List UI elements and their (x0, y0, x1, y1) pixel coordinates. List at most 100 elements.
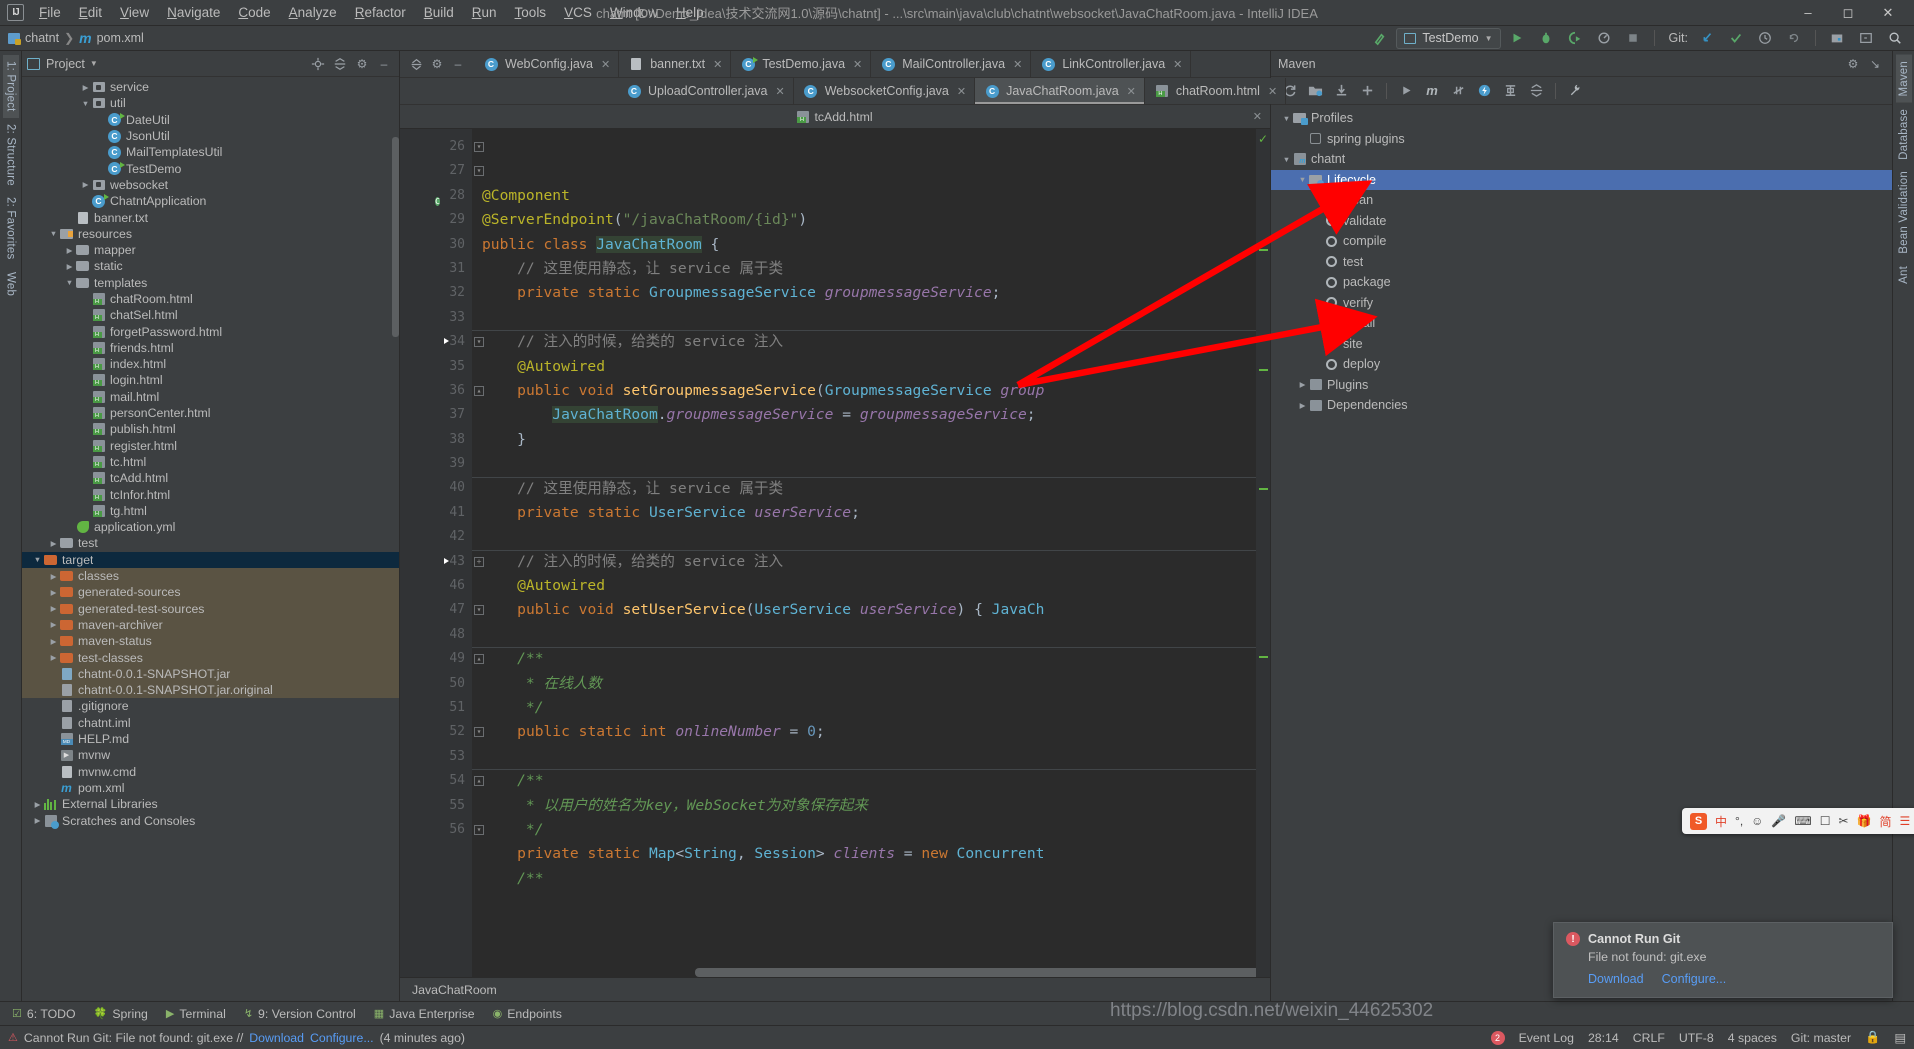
gutter-line[interactable]: 46 (400, 574, 472, 598)
maven-tree-item[interactable]: spring plugins (1271, 129, 1892, 150)
run-configuration-selector[interactable]: TestDemo ▼ (1396, 27, 1501, 49)
project-tree-item[interactable]: index.html (22, 356, 399, 372)
tree-expander-icon[interactable]: ▼ (32, 555, 43, 564)
status-configure-link[interactable]: Configure... (310, 1031, 374, 1045)
gutter-line[interactable]: 39 (400, 452, 472, 476)
close-icon[interactable]: ✕ (1268, 85, 1277, 98)
add-icon[interactable] (1355, 80, 1379, 102)
code-line[interactable]: /** (472, 647, 1270, 671)
close-icon[interactable]: ✕ (957, 85, 966, 98)
notification-configure-link[interactable]: Configure... (1662, 972, 1727, 986)
project-tree-item[interactable]: .gitignore (22, 698, 399, 714)
project-tree-item[interactable]: ▶ mapper (22, 242, 399, 258)
tree-expander-icon[interactable]: ▶ (64, 262, 75, 271)
project-scrollbar[interactable] (392, 137, 399, 337)
project-tree-item[interactable]: ▶ websocket (22, 177, 399, 193)
tree-expander-icon[interactable]: ▶ (48, 588, 59, 597)
tree-expander-icon[interactable]: ▶ (48, 572, 59, 581)
code-line[interactable]: public void setGroupmessageService(Group… (472, 379, 1270, 403)
project-tree-item[interactable]: ▼ util (22, 95, 399, 111)
tree-expander-icon[interactable]: ▼ (1297, 175, 1308, 184)
project-tree-item[interactable]: C MailTemplatesUtil (22, 144, 399, 160)
code-line[interactable]: // 注入的时候，给类的 service 注入 (472, 330, 1270, 354)
project-tree-item[interactable]: ▼ resources (22, 226, 399, 242)
gutter-line[interactable]: ▾ 26 (400, 135, 484, 159)
gutter-line[interactable]: 29 (400, 208, 472, 232)
git-branch[interactable]: Git: master (1791, 1031, 1851, 1045)
profile-icon[interactable] (1591, 28, 1617, 49)
bottom-tab-9-version-control[interactable]: ↯ 9: Version Control (236, 1005, 364, 1023)
project-tree-item[interactable]: C ChatntApplication (22, 193, 399, 209)
breadcrumb-project[interactable]: chatnt (25, 31, 59, 45)
gutter-line[interactable]: C 28 (400, 184, 472, 208)
event-log-button[interactable]: Event Log (1519, 1031, 1574, 1045)
project-tree-item[interactable]: tcAdd.html (22, 470, 399, 486)
tree-expander-icon[interactable]: ▼ (1281, 155, 1292, 164)
stripe-marker[interactable] (1259, 369, 1268, 371)
code-line[interactable] (472, 452, 1270, 476)
gutter-line[interactable]: +43 (400, 550, 484, 574)
execute-maven-goal-icon[interactable]: m (1420, 80, 1444, 102)
project-tree-item[interactable]: chatnt.iml (22, 715, 399, 731)
code-line[interactable]: /** (472, 769, 1270, 793)
editor-tab[interactable]: chatRoom.html ✕ (1144, 78, 1287, 104)
code-line[interactable]: public void setUserService(UserService u… (472, 598, 1270, 622)
project-tree-item[interactable]: register.html (22, 438, 399, 454)
gear-icon[interactable]: ⚙ (1843, 54, 1863, 74)
code-line[interactable]: private static UserService userService; (472, 501, 1270, 525)
gutter-line[interactable]: 41 (400, 501, 472, 525)
gift-icon[interactable]: 🎁 (1857, 814, 1872, 828)
gutter-line[interactable]: ▾ 47 (400, 598, 484, 622)
editor-tab[interactable]: C TestDemo.java ✕ (731, 51, 872, 77)
project-tree[interactable]: ▶ service ▼ util C DateUtil C JsonUtil C MailTemp… (22, 77, 399, 1001)
rail-tab-1-project[interactable]: 1: Project (2, 55, 19, 118)
project-tree-item[interactable]: C TestDemo (22, 160, 399, 176)
show-dependencies-icon[interactable] (1498, 80, 1522, 102)
editor-tab[interactable]: C JavaChatRoom.java ✕ (975, 78, 1145, 104)
download-sources-icon[interactable] (1329, 80, 1353, 102)
build-icon[interactable] (1367, 28, 1393, 49)
close-button[interactable]: ✕ (1868, 1, 1908, 25)
rail-tab-database[interactable]: Database (1896, 103, 1912, 166)
project-tree-item[interactable]: C DateUtil (22, 112, 399, 128)
gutter-line[interactable]: 32 (400, 281, 472, 305)
code-line[interactable]: * 以用户的姓名为key，WebSocket为对象保存起来 (472, 794, 1270, 818)
stop-icon[interactable] (1620, 28, 1646, 49)
menu-window[interactable]: Window (601, 2, 667, 23)
maven-tree-item[interactable]: ▼ m chatnt (1271, 149, 1892, 170)
gutter-line[interactable]: ▾ 34 (400, 330, 484, 354)
gutter-line[interactable]: 53 (400, 745, 472, 769)
project-tree-item[interactable]: mvnw.cmd (22, 763, 399, 779)
rail-tab-2-structure[interactable]: 2: Structure (3, 118, 19, 192)
sogou-logo-icon[interactable]: S (1690, 812, 1707, 830)
project-tree-item[interactable]: ▶ test-classes (22, 649, 399, 666)
gutter-line[interactable]: 30 (400, 233, 472, 257)
maven-tree-item[interactable]: verify (1271, 293, 1892, 314)
project-tree-item[interactable]: m pom.xml (22, 780, 399, 796)
project-tree-item[interactable]: ▶ External Libraries (22, 796, 399, 812)
menu-analyze[interactable]: Analyze (280, 2, 346, 23)
project-tree-item[interactable]: login.html (22, 372, 399, 388)
project-tree-item[interactable]: ▶ service (22, 79, 399, 95)
bottom-tab-6-todo[interactable]: ☑ 6: TODO (4, 1005, 84, 1023)
code-line[interactable]: */ (472, 818, 1270, 842)
settings-icon[interactable] (1853, 28, 1879, 49)
editor-tab[interactable]: C WebConfig.java ✕ (474, 51, 620, 77)
tree-expander-icon[interactable]: ▶ (48, 539, 59, 548)
maven-tree[interactable]: ▼ Profiles spring plugins ▼ m chatnt ▼ Lifecycl… (1271, 105, 1892, 1001)
run-coverage-icon[interactable] (1562, 28, 1588, 49)
maven-tree-item[interactable]: deploy (1271, 354, 1892, 375)
tree-expander-icon[interactable]: ▶ (80, 180, 91, 189)
error-stripe-markers[interactable]: ✓ (1256, 129, 1270, 977)
code-line[interactable]: @ServerEndpoint("/javaChatRoom/{id}") (472, 208, 1270, 232)
bottom-tab-spring[interactable]: 🍀 Spring (86, 1005, 156, 1023)
code-line[interactable]: @Autowired (472, 574, 1270, 598)
maven-tree-item[interactable]: site (1271, 334, 1892, 355)
hide-icon[interactable]: – (448, 54, 468, 74)
project-tree-item[interactable]: ▶ maven-archiver (22, 616, 399, 634)
project-tree-item[interactable]: ▶ Scratches and Consoles (22, 812, 399, 829)
project-tree-item[interactable]: personCenter.html (22, 405, 399, 421)
gutter-line[interactable]: 50 (400, 672, 472, 696)
scissors-icon[interactable]: ✂ (1838, 814, 1848, 828)
code-line[interactable]: JavaChatRoom.groupmessageService = group… (472, 403, 1270, 427)
